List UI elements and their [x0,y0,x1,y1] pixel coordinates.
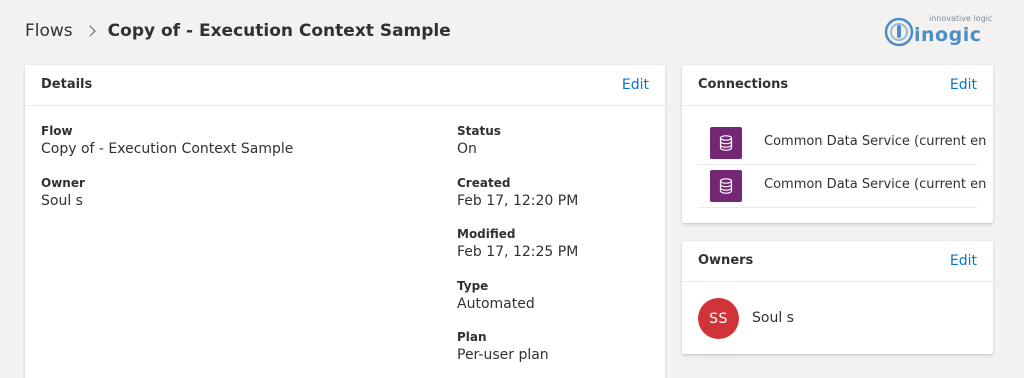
status-label: Status [457,124,501,138]
database-icon [710,170,742,202]
owner-name: Soul s [752,310,794,326]
connection-name: Common Data Service (current en [764,177,987,192]
plan-value: Per-user plan [457,347,549,363]
modified-value: Feb 17, 12:25 PM [457,244,579,260]
status-value: On [457,141,477,157]
created-label: Created [457,176,511,190]
details-title: Details [41,77,93,92]
database-icon [710,127,742,159]
type-value: Automated [457,296,535,312]
logo-mark-icon [884,17,914,47]
owners-header: Owners Edit [682,241,993,282]
owner-field: Owner Soul s [41,175,85,211]
owners-title: Owners [698,253,754,268]
connections-edit-button[interactable]: Edit [950,77,977,93]
chevron-right-icon [84,25,96,37]
logo-tagline: innovative logic [929,14,993,23]
page-title: Copy of - Execution Context Sample [107,21,451,41]
avatar: SS [698,298,739,339]
plan-label: Plan [457,330,487,344]
owner-label: Owner [41,176,85,190]
connection-item[interactable]: Common Data Service (current en [698,123,986,165]
inogic-logo: innovative logic inogic [884,14,992,48]
plan-field: Plan Per-user plan [457,329,549,365]
owners-card: Owners Edit SS Soul s [682,241,993,354]
breadcrumb-flows-link[interactable]: Flows [25,21,73,41]
connections-header: Connections Edit [682,65,993,106]
details-header: Details Edit [25,65,665,106]
created-field: Created Feb 17, 12:20 PM [457,175,578,211]
type-label: Type [457,279,489,293]
details-card: Details Edit Flow Copy of - Execution Co… [25,65,665,378]
status-field: Status On [457,123,501,159]
connections-card: Connections Edit Common Data Service (cu… [682,65,993,223]
owners-edit-button[interactable]: Edit [950,253,977,269]
flow-label: Flow [41,124,73,138]
details-edit-button[interactable]: Edit [622,77,649,93]
modified-field: Modified Feb 17, 12:25 PM [457,226,578,262]
logo-wordmark: inogic [914,24,982,46]
flow-value: Copy of - Execution Context Sample [41,141,294,157]
flow-field: Flow Copy of - Execution Context Sample [41,123,293,159]
breadcrumb: Flows Copy of - Execution Context Sample [25,19,451,43]
connections-title: Connections [698,77,789,92]
type-field: Type Automated [457,278,535,314]
modified-label: Modified [457,227,516,241]
created-value: Feb 17, 12:20 PM [457,193,579,209]
connection-item[interactable]: Common Data Service (current en [698,166,986,208]
owner-value: Soul s [41,193,83,209]
connection-name: Common Data Service (current en [764,134,987,149]
